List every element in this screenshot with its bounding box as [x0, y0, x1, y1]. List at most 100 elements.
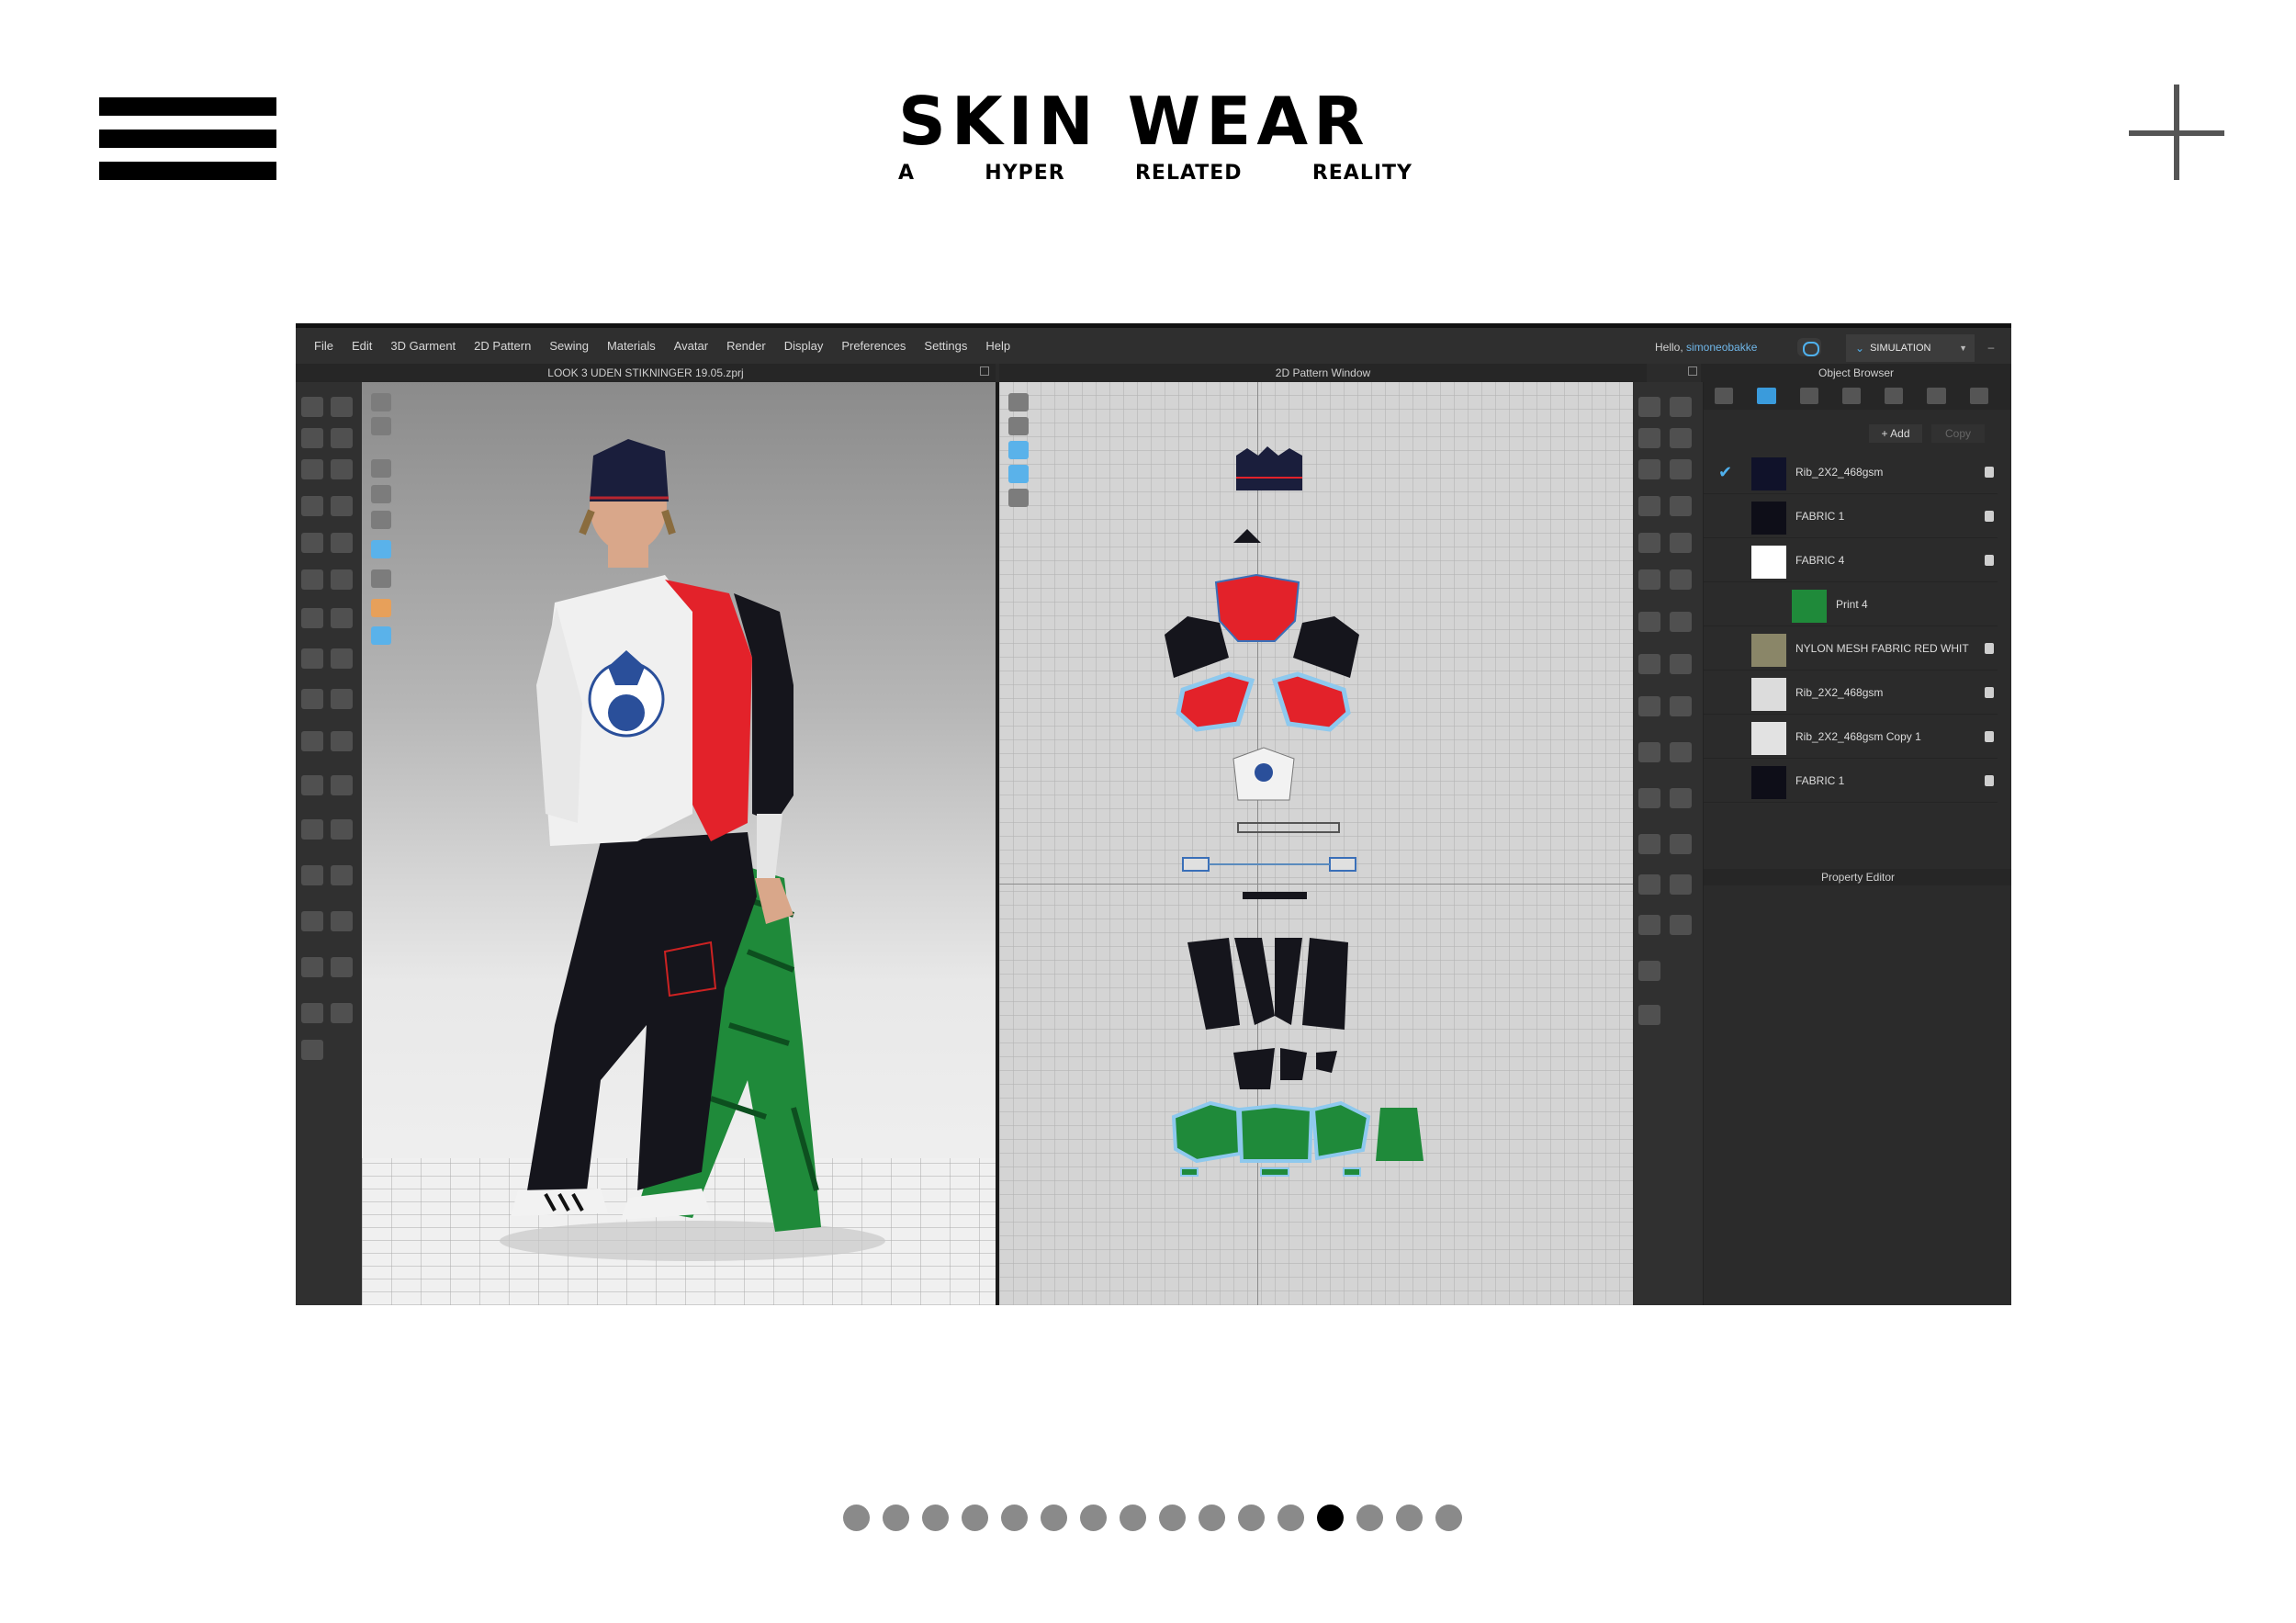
carousel-dot[interactable] [962, 1505, 988, 1531]
tool-icon[interactable] [1670, 874, 1692, 895]
username[interactable]: simoneobakke [1686, 341, 1757, 354]
tool-icon[interactable] [301, 865, 323, 885]
tool-icon[interactable] [301, 648, 323, 669]
tool-icon[interactable] [1638, 459, 1660, 479]
carousel-dot[interactable] [1041, 1505, 1067, 1531]
lock-icon[interactable] [1985, 643, 1994, 654]
tool-icon[interactable] [1670, 742, 1692, 762]
lock-icon[interactable] [1985, 775, 1994, 786]
lock-icon[interactable] [1985, 555, 1994, 566]
tool-icon[interactable] [301, 428, 323, 448]
tool-icon[interactable] [301, 1003, 323, 1023]
hamburger-menu-icon[interactable] [99, 97, 276, 180]
tool-icon[interactable] [1638, 612, 1660, 632]
tool-icon[interactable] [1638, 397, 1660, 417]
tool-icon[interactable] [301, 533, 323, 553]
tool-icon[interactable] [301, 397, 323, 417]
carousel-dot[interactable] [1396, 1505, 1423, 1531]
button-tab-icon[interactable] [1799, 388, 1818, 404]
menu-2d-pattern[interactable]: 2D Pattern [474, 339, 531, 353]
tool-icon[interactable] [301, 957, 323, 977]
tool-icon[interactable] [1670, 428, 1692, 448]
tool-icon[interactable] [1638, 834, 1660, 854]
tool-icon[interactable] [301, 1040, 323, 1060]
tool-icon[interactable] [331, 957, 353, 977]
carousel-dot[interactable] [1277, 1505, 1304, 1531]
carousel-dot[interactable] [922, 1505, 949, 1531]
menu-edit[interactable]: Edit [352, 339, 372, 353]
tool-icon[interactable] [331, 569, 353, 590]
tool-icon[interactable] [1670, 397, 1692, 417]
line-tab-icon[interactable] [1885, 388, 1904, 404]
lock-icon[interactable] [1985, 731, 1994, 742]
tool-icon[interactable] [1670, 696, 1692, 716]
tool-icon[interactable] [301, 775, 323, 795]
menu-preferences[interactable]: Preferences [841, 339, 906, 353]
tool-icon[interactable] [331, 865, 353, 885]
menu-display[interactable]: Display [784, 339, 824, 353]
logo[interactable]: SKIN WEAR A HYPER RELATED REALITY [898, 88, 1412, 193]
tool-icon[interactable] [301, 731, 323, 751]
tool-icon[interactable] [331, 428, 353, 448]
simulation-mode-button[interactable]: ⌄ SIMULATION ▼ [1846, 334, 1975, 362]
carousel-dot[interactable] [1238, 1505, 1265, 1531]
carousel-dot[interactable] [883, 1505, 909, 1531]
tool-icon[interactable] [1638, 428, 1660, 448]
carousel-dot[interactable] [1120, 1505, 1146, 1531]
tool-icon[interactable] [1638, 569, 1660, 590]
fabric-item[interactable]: Rib_2X2_468gsm [1704, 672, 1998, 715]
list-icon[interactable] [1715, 388, 1734, 404]
tool-icon[interactable] [331, 459, 353, 479]
fabric-item[interactable]: FABRIC 1 [1704, 761, 1998, 803]
tool-icon[interactable] [301, 496, 323, 516]
expand-icon[interactable] [980, 366, 989, 376]
carousel-dot[interactable] [1317, 1505, 1344, 1531]
menu-sewing[interactable]: Sewing [549, 339, 589, 353]
tool-icon[interactable] [1670, 612, 1692, 632]
tool-icon[interactable] [1670, 533, 1692, 553]
carousel-dot[interactable] [1435, 1505, 1462, 1531]
fabric-item[interactable]: FABRIC 1 [1704, 496, 1998, 538]
menu-help[interactable]: Help [985, 339, 1010, 353]
minimize-icon[interactable]: – [1982, 341, 2000, 354]
tool-icon[interactable] [1670, 496, 1692, 516]
tool-icon[interactable] [1670, 459, 1692, 479]
tool-icon[interactable] [301, 569, 323, 590]
tool-icon[interactable] [331, 533, 353, 553]
tool-icon[interactable] [331, 689, 353, 709]
lock-icon[interactable] [1985, 687, 1994, 698]
fabric-item[interactable]: Rib_2X2_468gsm Copy 1 [1704, 716, 1998, 759]
tool-icon[interactable] [1638, 915, 1660, 935]
tool-icon[interactable] [301, 819, 323, 840]
tool-icon[interactable] [1638, 961, 1660, 981]
tool-icon[interactable] [301, 911, 323, 931]
tool-icon[interactable] [331, 1003, 353, 1023]
tool-icon[interactable] [1638, 696, 1660, 716]
carousel-dot[interactable] [843, 1505, 870, 1531]
3d-viewport[interactable] [362, 382, 996, 1305]
menu-3d-garment[interactable]: 3D Garment [390, 339, 456, 353]
tool-icon[interactable] [1638, 496, 1660, 516]
plus-icon[interactable] [2129, 85, 2224, 180]
menu-file[interactable]: File [314, 339, 333, 353]
menu-render[interactable]: Render [726, 339, 766, 353]
copy-fabric-button[interactable]: Copy [1931, 424, 1985, 443]
cloud-icon[interactable] [1797, 338, 1821, 356]
fabric-item[interactable]: Print 4 [1704, 584, 1998, 626]
lock-icon[interactable] [1985, 511, 1994, 522]
menu-settings[interactable]: Settings [924, 339, 967, 353]
tool-icon[interactable] [1638, 874, 1660, 895]
lock-icon[interactable] [1985, 467, 1994, 478]
trim-tab-icon[interactable] [1841, 388, 1862, 404]
tool-icon[interactable] [1670, 915, 1692, 935]
tool-icon[interactable] [331, 648, 353, 669]
tool-icon[interactable] [331, 496, 353, 516]
measure-tab-icon[interactable] [1969, 388, 1988, 404]
tool-icon[interactable] [331, 819, 353, 840]
tool-icon[interactable] [1670, 834, 1692, 854]
carousel-dot[interactable] [1356, 1505, 1383, 1531]
tool-icon[interactable] [331, 911, 353, 931]
tool-icon[interactable] [1638, 1005, 1660, 1025]
tool-icon[interactable] [1638, 788, 1660, 808]
topstitch-tab-icon[interactable] [1927, 388, 1946, 404]
